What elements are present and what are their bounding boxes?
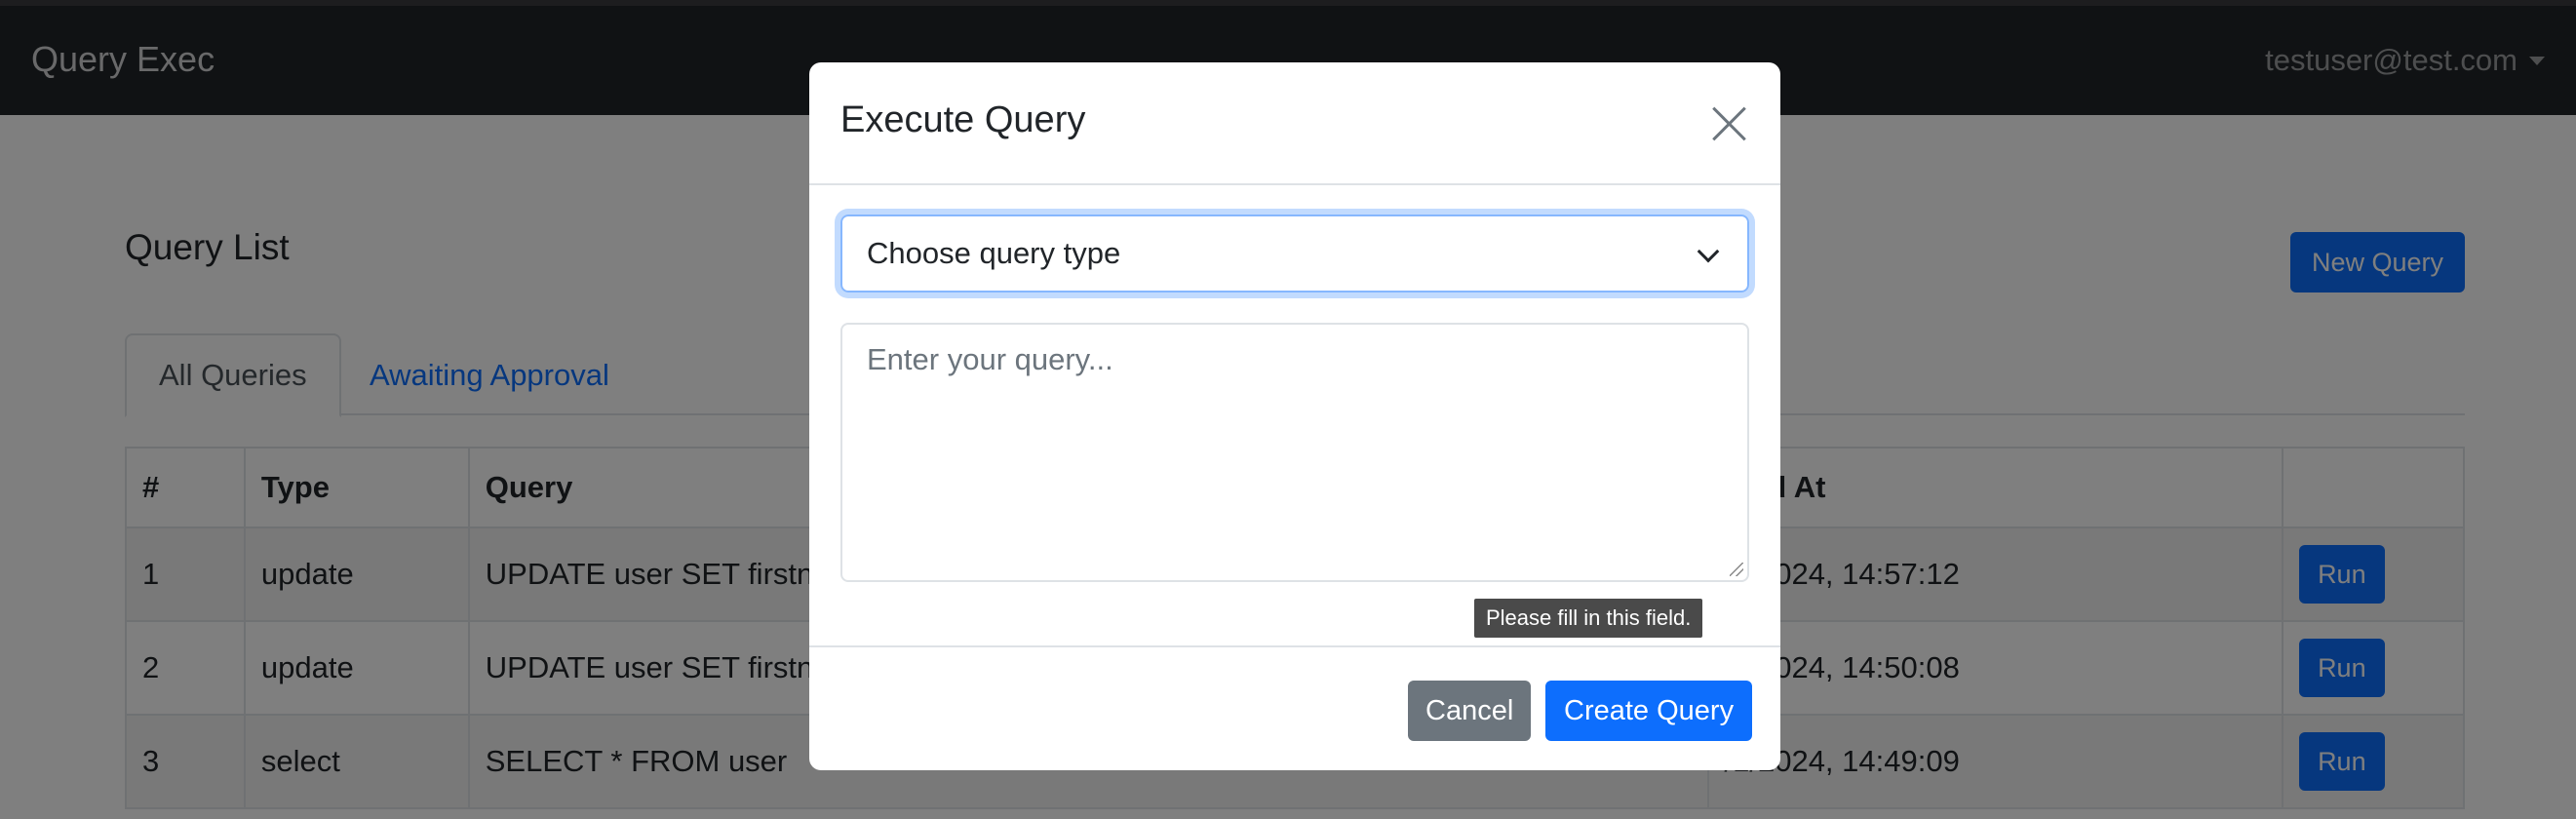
- modal-footer: Cancel Create Query: [809, 645, 1780, 770]
- validation-tooltip: Please fill in this field.: [1474, 599, 1703, 638]
- execute-query-modal: Execute Query Choose query type Enter yo…: [809, 62, 1780, 770]
- modal-title: Execute Query: [840, 99, 1086, 140]
- resize-handle-icon[interactable]: [1730, 563, 1743, 576]
- query-textarea[interactable]: Enter your query...: [840, 323, 1749, 582]
- query-type-select[interactable]: Choose query type: [840, 214, 1749, 292]
- query-textarea-placeholder: Enter your query...: [867, 342, 1113, 376]
- create-query-button[interactable]: Create Query: [1545, 681, 1753, 741]
- query-type-selected-value: Choose query type: [867, 236, 1121, 270]
- modal-header: Execute Query: [809, 62, 1780, 185]
- chevron-down-icon: [1697, 240, 1720, 263]
- close-icon[interactable]: [1704, 99, 1753, 148]
- cancel-button[interactable]: Cancel: [1408, 681, 1532, 741]
